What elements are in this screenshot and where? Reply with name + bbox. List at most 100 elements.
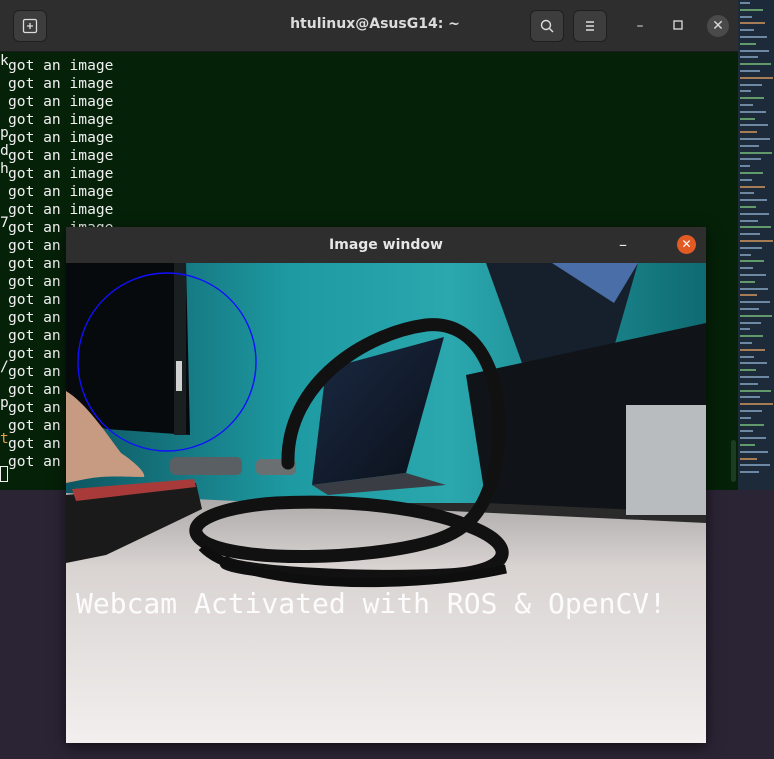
background-text-line <box>740 15 752 18</box>
terminal-line-prefix: h <box>0 160 8 177</box>
background-text-line <box>740 321 761 324</box>
background-text-line <box>740 396 760 399</box>
terminal-line-prefix: 7 <box>0 214 8 231</box>
background-text-line <box>740 267 753 270</box>
background-text-line <box>740 151 772 154</box>
terminal-line-prefix: t <box>0 430 8 447</box>
terminal-line-prefix <box>0 286 8 304</box>
background-text-line <box>740 348 765 351</box>
search-icon <box>540 19 554 33</box>
terminal-line-prefix <box>0 268 8 286</box>
terminal-line: pgot an image <box>0 124 730 146</box>
background-text-line <box>740 158 761 161</box>
background-text-line <box>740 444 755 446</box>
background-text-line <box>740 178 752 181</box>
maximize-icon <box>673 20 683 30</box>
background-text-line <box>740 376 769 378</box>
background-text-line <box>740 36 767 38</box>
terminal-line-prefix <box>0 412 8 430</box>
background-text-line <box>740 287 768 290</box>
minimize-button[interactable]: – <box>631 17 649 35</box>
background-text-line <box>740 335 763 338</box>
background-text-line <box>740 117 755 120</box>
background-text-line <box>740 70 760 72</box>
terminal-line-prefix: d <box>0 142 8 159</box>
background-text-line <box>740 457 757 460</box>
maximize-button[interactable] <box>669 17 687 35</box>
terminal-line-prefix <box>0 376 8 394</box>
background-text-line <box>740 76 773 79</box>
image-window-minimize-button[interactable]: – <box>619 235 627 254</box>
background-text-line <box>740 301 770 304</box>
background-text-line <box>740 22 765 25</box>
new-tab-button[interactable] <box>13 10 47 42</box>
terminal-scrollbar[interactable] <box>731 440 736 482</box>
terminal-line: got an image <box>0 70 730 92</box>
background-text-line <box>740 471 759 474</box>
background-text-line <box>740 226 771 229</box>
close-button[interactable]: ✕ <box>707 15 729 37</box>
background-text-line <box>740 192 754 195</box>
background-text-line <box>740 328 750 331</box>
background-text-line <box>740 212 769 215</box>
menu-button[interactable] <box>573 10 607 42</box>
background-text-line <box>740 131 757 134</box>
background-text-line <box>740 464 770 467</box>
background-text-line <box>740 389 771 392</box>
background-text-line <box>740 362 767 365</box>
background-text-line <box>740 2 750 4</box>
background-text-line <box>740 97 764 100</box>
background-text-line <box>740 124 768 127</box>
terminal-line-prefix <box>0 250 8 268</box>
background-text-line <box>740 185 765 188</box>
terminal-line-prefix <box>0 106 8 124</box>
terminal-line-prefix <box>0 448 8 466</box>
terminal-line-prefix: / <box>0 358 8 375</box>
terminal-cursor <box>0 466 8 482</box>
background-text-line <box>740 437 766 440</box>
terminal-line-prefix <box>0 232 8 250</box>
background-text-line <box>740 90 751 93</box>
background-text-line <box>740 144 759 147</box>
terminal-line-prefix <box>0 340 8 358</box>
background-text-line <box>740 110 766 113</box>
new-tab-icon <box>22 18 38 34</box>
webcam-scene <box>66 263 706 743</box>
background-text-line <box>740 430 753 433</box>
background-text-line <box>740 314 772 317</box>
background-text-line <box>740 49 769 52</box>
background-text-line <box>740 42 756 45</box>
background-text-line <box>740 382 758 385</box>
terminal-line: hgot an image <box>0 160 730 182</box>
background-text-line <box>740 29 754 32</box>
background-text-line <box>740 355 754 358</box>
background-text-line <box>740 423 764 426</box>
webcam-frame: Webcam Activated with ROS & OpenCV! <box>66 263 706 743</box>
background-text-line <box>740 172 763 174</box>
background-text-line <box>740 206 756 208</box>
background-text-line <box>740 138 770 140</box>
background-text-line <box>740 410 762 412</box>
terminal-line-text: got an <box>8 453 61 470</box>
terminal-line-prefix <box>0 304 8 322</box>
background-text-line <box>740 294 757 297</box>
terminal-line: got an image <box>0 88 730 110</box>
background-text-line <box>740 56 758 59</box>
background-text-line <box>740 280 755 283</box>
background-text-line <box>740 233 760 236</box>
background-window-strip <box>738 0 774 490</box>
terminal-line-prefix <box>0 88 8 106</box>
terminal-line-prefix: p <box>0 124 8 141</box>
background-text-line <box>740 199 767 202</box>
image-window-header: Image window – ✕ <box>66 227 706 263</box>
image-window-title: Image window <box>329 237 443 253</box>
hamburger-menu-icon <box>586 21 594 31</box>
background-text-line <box>740 165 750 168</box>
background-text-line <box>740 369 756 372</box>
terminal-line-prefix: p <box>0 394 8 411</box>
terminal-line-prefix <box>0 322 8 340</box>
background-text-line <box>740 342 752 344</box>
search-button[interactable] <box>530 10 564 42</box>
image-window-close-button[interactable]: ✕ <box>677 235 696 254</box>
terminal-header-bar: htulinux@AsusG14: ~ – ✕ <box>0 0 738 52</box>
